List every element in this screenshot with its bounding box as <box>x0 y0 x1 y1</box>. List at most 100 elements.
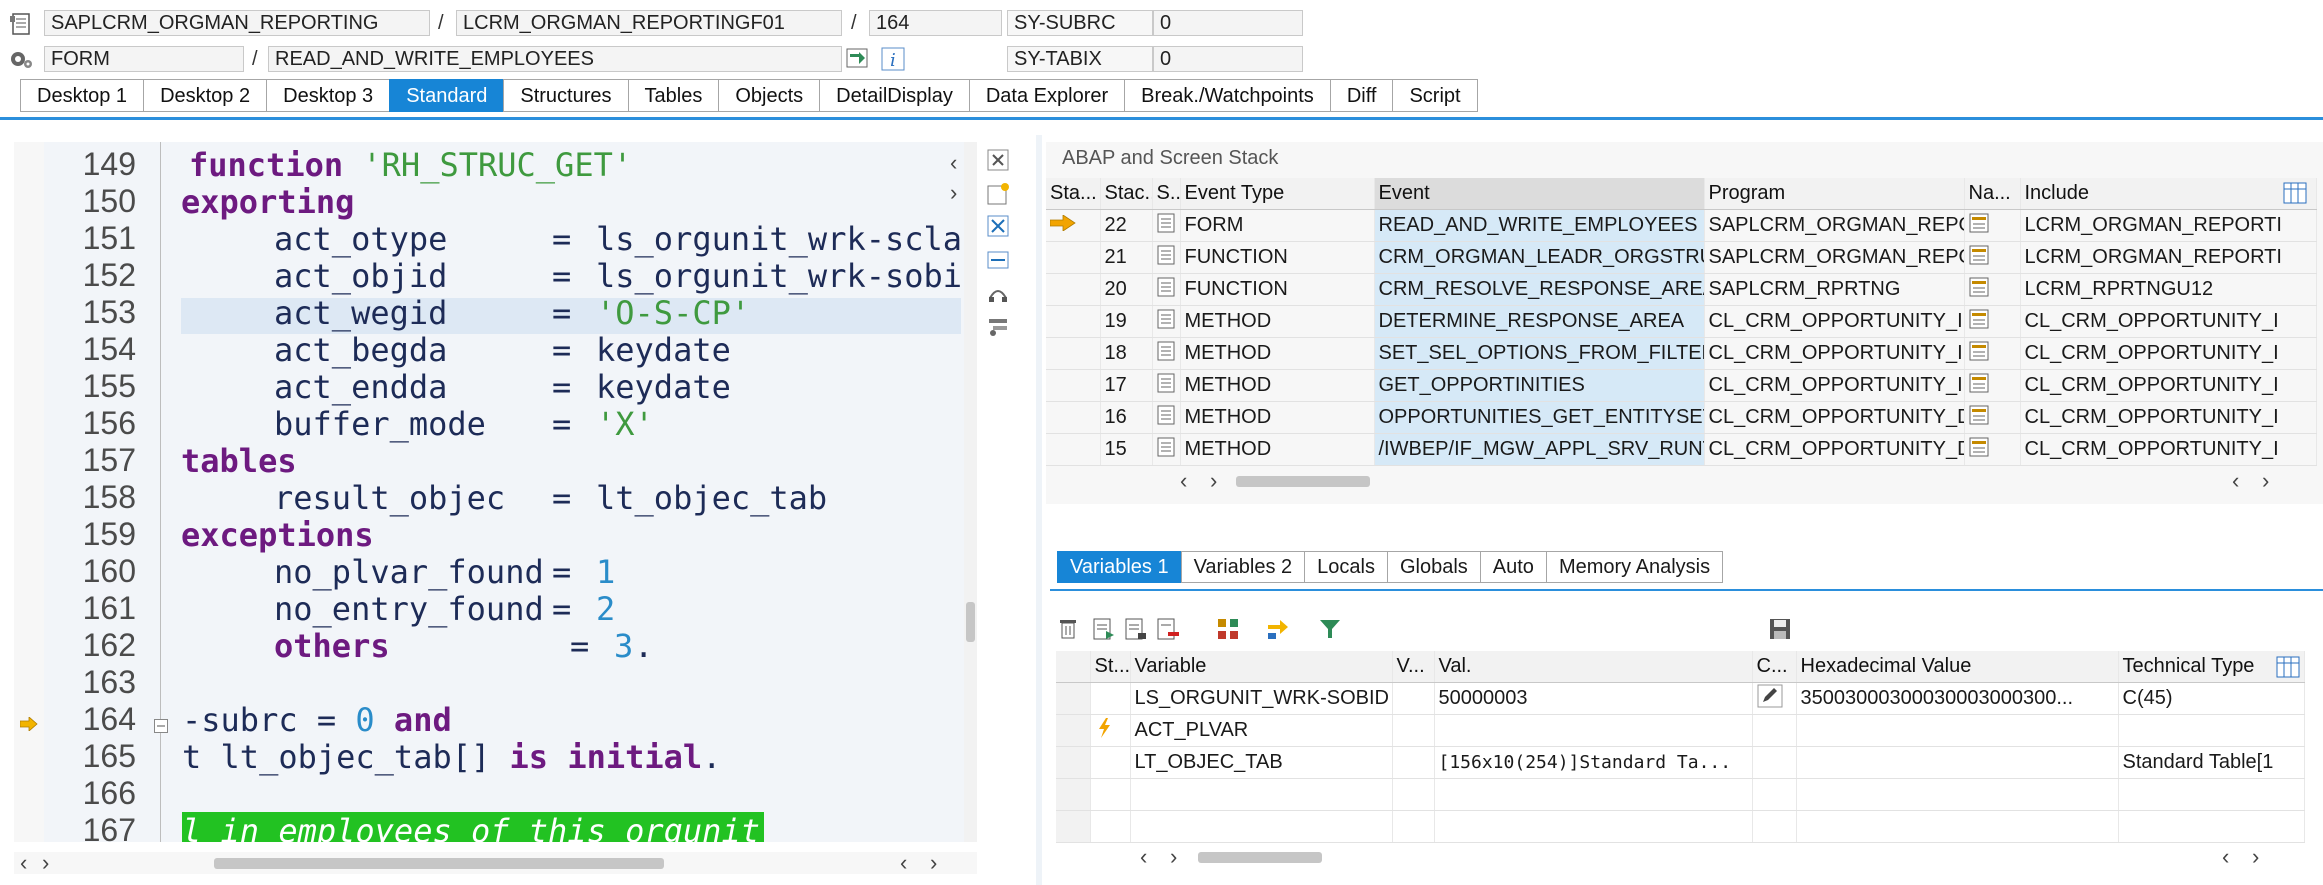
column-header[interactable]: S.. <box>1152 178 1181 210</box>
edit-cell[interactable] <box>1752 714 1797 747</box>
stack-horizontal-thumb[interactable] <box>1236 476 1370 487</box>
editor-vertical-scrollbar[interactable] <box>966 602 975 642</box>
stack-row[interactable]: 18 METHOD SET_SEL_OPTIONS_FROM_FILTER...… <box>1046 337 2317 370</box>
variable-name[interactable] <box>1130 778 1393 811</box>
tab-memory-analysis[interactable]: Memory Analysis <box>1545 551 1724 583</box>
view-cell[interactable] <box>1392 746 1435 779</box>
settings-icon[interactable] <box>986 314 1010 338</box>
new-window-icon[interactable] <box>986 182 1010 206</box>
navigate-icon[interactable] <box>1964 369 2021 402</box>
variable-row[interactable] <box>1056 778 2305 811</box>
tab-desktop-3[interactable]: Desktop 3 <box>266 79 390 112</box>
edit-pencil-icon[interactable] <box>1752 682 1797 715</box>
tab-globals[interactable]: Globals <box>1386 551 1480 583</box>
expand-icon[interactable] <box>1216 617 1240 641</box>
event-type-field[interactable]: FORM <box>44 46 244 72</box>
layout-icon[interactable] <box>986 282 1010 306</box>
row-selector[interactable] <box>1056 714 1091 747</box>
tab-standard[interactable]: Standard <box>389 79 504 112</box>
insert-row-icon[interactable] <box>1092 617 1116 641</box>
column-header[interactable]: Val. <box>1434 651 1753 683</box>
edit-cell[interactable] <box>1752 746 1797 779</box>
column-header[interactable]: Stac... <box>1100 178 1153 210</box>
scroll-right-icon[interactable]: › <box>1210 468 1217 494</box>
scroll-right-icon[interactable]: › <box>930 850 937 876</box>
view-cell[interactable] <box>1392 682 1435 715</box>
tab-desktop-1[interactable]: Desktop 1 <box>20 79 144 112</box>
variable-name[interactable]: ACT_PLVAR <box>1130 714 1393 747</box>
tab-data-explorer[interactable]: Data Explorer <box>968 79 1125 112</box>
filter-icon[interactable] <box>1318 617 1342 641</box>
stack-row[interactable]: 16 METHOD OPPORTUNITIES_GET_ENTITYSET CL… <box>1046 401 2317 434</box>
column-header[interactable]: C... <box>1752 651 1797 683</box>
info-icon[interactable]: i <box>880 46 906 72</box>
tab-breakpoints[interactable]: Break./Watchpoints <box>1124 79 1330 112</box>
swap-icon[interactable] <box>986 214 1010 238</box>
scroll-down-icon[interactable]: › <box>950 180 957 206</box>
variable-value[interactable]: 50000003 <box>1434 682 1753 715</box>
column-header[interactable]: Event Type <box>1180 178 1375 210</box>
variable-row[interactable]: LT_OBJEC_TAB [156x10(254)]Standard Ta...… <box>1056 746 2305 779</box>
column-header[interactable]: Sta... <box>1046 178 1101 210</box>
scroll-left-icon[interactable]: ‹ <box>1180 468 1187 494</box>
variable-name[interactable]: LS_ORGUNIT_WRK-SOBID <box>1130 682 1393 715</box>
variable-name[interactable] <box>1130 810 1393 843</box>
collapse-icon[interactable] <box>154 716 168 733</box>
column-header[interactable]: Program <box>1704 178 1965 210</box>
remove-row-icon[interactable] <box>1156 617 1180 641</box>
stack-row[interactable]: 21 FUNCTION CRM_ORGMAN_LEADR_ORGSTRUC...… <box>1046 241 2317 274</box>
scroll-left-icon[interactable]: ‹ <box>1140 844 1147 870</box>
edit-cell[interactable] <box>1752 778 1797 811</box>
delete-icon[interactable] <box>1056 617 1080 641</box>
include-field[interactable]: LCRM_ORGMAN_REPORTINGF01 <box>456 10 842 36</box>
gear-icon[interactable] <box>8 47 34 71</box>
column-settings-icon[interactable] <box>2283 182 2307 204</box>
scroll-right-icon[interactable]: › <box>1170 844 1177 870</box>
tab-desktop-2[interactable]: Desktop 2 <box>143 79 267 112</box>
variables-horizontal-thumb[interactable] <box>1198 852 1322 863</box>
variable-value[interactable] <box>1434 810 1753 843</box>
jump-icon[interactable] <box>845 46 871 72</box>
tab-detaildisplay[interactable]: DetailDisplay <box>819 79 969 112</box>
source-code-editor[interactable]: 149 150 151 152 153 154 155 156 157 158 … <box>14 142 977 842</box>
variable-row[interactable] <box>1056 810 2305 843</box>
scroll-left-icon[interactable]: ‹ <box>20 850 27 876</box>
tab-script[interactable]: Script <box>1392 79 1478 112</box>
tab-variables-2[interactable]: Variables 2 <box>1180 551 1305 583</box>
program-field[interactable]: SAPLCRM_ORGMAN_REPORTING <box>44 10 430 36</box>
scroll-right-icon[interactable]: › <box>2262 468 2269 494</box>
row-selector[interactable] <box>1056 810 1091 843</box>
navigate-icon[interactable] <box>1964 433 2021 466</box>
variable-row[interactable]: ACT_PLVAR <box>1056 714 2305 747</box>
navigate-icon[interactable] <box>1964 401 2021 434</box>
variable-row[interactable]: LS_ORGUNIT_WRK-SOBID 50000003 3500300030… <box>1056 682 2305 715</box>
navigate-icon[interactable] <box>1964 273 2021 306</box>
variable-value[interactable] <box>1434 778 1753 811</box>
tab-tables[interactable]: Tables <box>627 79 719 112</box>
column-header[interactable]: Na... <box>1964 178 2021 210</box>
row-selector[interactable] <box>1056 746 1091 779</box>
column-header[interactable]: Event <box>1374 178 1705 210</box>
event-name-field[interactable]: READ_AND_WRITE_EMPLOYEES <box>268 46 842 72</box>
column-header[interactable]: Include <box>2020 178 2317 210</box>
variable-value[interactable] <box>1434 714 1753 747</box>
tab-locals[interactable]: Locals <box>1304 551 1387 583</box>
variable-name[interactable]: LT_OBJEC_TAB <box>1130 746 1393 779</box>
save-icon[interactable] <box>1768 617 1792 641</box>
column-header[interactable]: Hexadecimal Value <box>1796 651 2119 683</box>
scroll-right-icon[interactable]: › <box>2252 844 2259 870</box>
row-selector[interactable] <box>1056 778 1091 811</box>
edit-cell[interactable] <box>1752 810 1797 843</box>
column-header[interactable]: St... <box>1090 651 1131 683</box>
tab-variables-1[interactable]: Variables 1 <box>1057 551 1181 583</box>
scroll-up-icon[interactable]: ‹ <box>950 150 957 176</box>
close-icon[interactable] <box>986 148 1010 172</box>
navigate-icon[interactable] <box>1964 305 2021 338</box>
navigate-icon[interactable] <box>1964 241 2021 274</box>
scroll-left-icon[interactable]: ‹ <box>2232 468 2239 494</box>
row-selector[interactable] <box>1056 682 1091 715</box>
column-header[interactable]: V... <box>1392 651 1435 683</box>
stack-row[interactable]: 20 FUNCTION CRM_RESOLVE_RESPONSE_AREA SA… <box>1046 273 2317 306</box>
scroll-right-icon[interactable]: › <box>42 850 49 876</box>
line-field[interactable]: 164 <box>869 10 1002 36</box>
